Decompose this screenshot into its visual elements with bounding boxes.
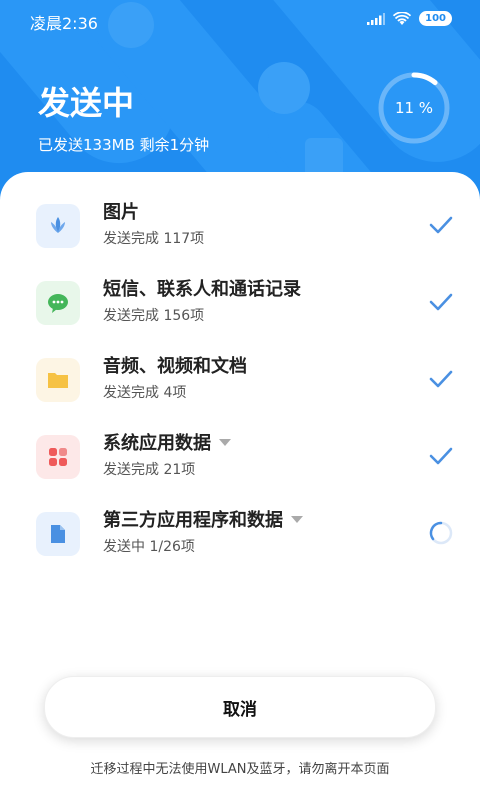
expand-caret-icon[interactable]: [219, 438, 231, 446]
item-name: 系统应用数据: [103, 429, 231, 455]
list-item: 图片 发送完成 117项: [0, 202, 480, 282]
item-status: 发送完成 156项: [103, 308, 205, 324]
apps-icon: [36, 435, 80, 479]
footer-note: 迁移过程中无法使用WLAN及蓝牙，请勿离开本页面: [90, 762, 390, 777]
check-icon: [429, 447, 453, 465]
item-status: 发送完成 117项: [103, 231, 205, 247]
loading-spinner-icon: [429, 521, 453, 545]
file-icon: [36, 512, 80, 556]
message-icon: [36, 281, 80, 325]
list-item: 音频、视频和文档 发送完成 4项: [0, 356, 480, 436]
item-name: 音频、视频和文档: [103, 356, 247, 377]
signal-icon: [367, 12, 386, 25]
status-time: 凌晨2:36: [30, 14, 98, 33]
status-icons: 100: [367, 11, 452, 26]
item-status: 发送完成 21项: [103, 462, 196, 478]
check-icon: [429, 293, 453, 311]
cancel-button[interactable]: 取消: [44, 676, 436, 738]
item-name: 第三方应用程序和数据: [103, 506, 303, 532]
page-title: 发送中: [38, 84, 135, 122]
item-name: 短信、联系人和通话记录: [103, 279, 301, 300]
expand-caret-icon[interactable]: [291, 515, 303, 523]
item-name: 图片: [103, 202, 139, 223]
list-item[interactable]: 系统应用数据 发送完成 21项: [0, 433, 480, 513]
check-icon: [429, 216, 453, 234]
item-status: 发送中 1/26项: [103, 539, 195, 555]
item-status: 发送完成 4项: [103, 385, 187, 401]
decor-chat-icon: [258, 62, 310, 114]
list-item[interactable]: 第三方应用程序和数据 发送中 1/26项: [0, 510, 480, 590]
image-icon: [36, 204, 80, 248]
status-bar: 凌晨2:36 100: [0, 0, 480, 40]
battery-icon: 100: [419, 11, 452, 26]
wifi-icon: [393, 11, 412, 25]
transfer-summary: 已发送133MB 剩余1分钟: [38, 136, 210, 154]
list-item: 短信、联系人和通话记录 发送完成 156项: [0, 279, 480, 359]
folder-icon: [36, 358, 80, 402]
progress-percent: 11 %: [394, 99, 434, 117]
check-icon: [429, 370, 453, 388]
